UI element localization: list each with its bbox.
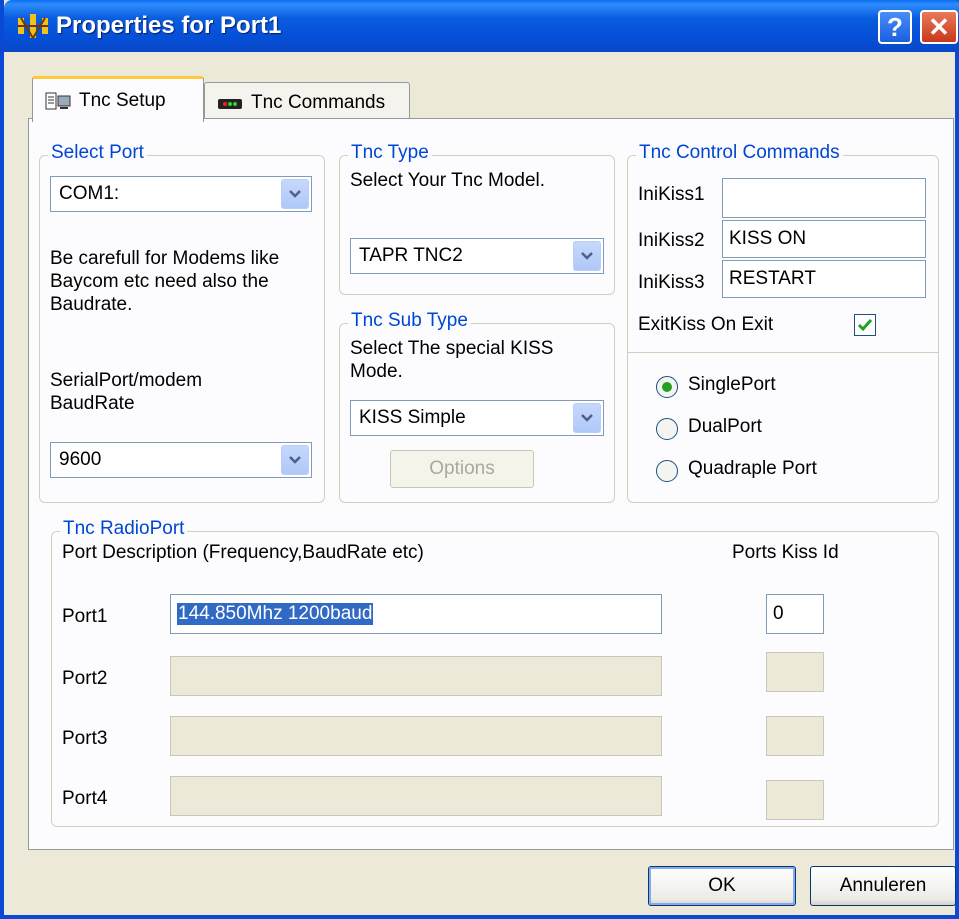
port3-kiss-id-input[interactable] <box>766 716 824 756</box>
kiss-mode-value: KISS Simple <box>359 407 466 428</box>
options-button[interactable]: Options <box>390 450 534 488</box>
tnc-sub-type-legend: Tnc Sub Type <box>348 310 471 332</box>
chevron-down-icon[interactable] <box>281 445 309 475</box>
checkmark-icon <box>857 319 873 332</box>
setup-icon <box>45 92 71 109</box>
com-port-select[interactable]: COM1: <box>50 176 312 212</box>
inikiss3-label: IniKiss3 <box>638 272 705 293</box>
tab-tnc-commands[interactable]: Tnc Commands <box>204 82 410 122</box>
kiss-mode-select[interactable]: KISS Simple <box>350 400 604 436</box>
tnc-control-legend: Tnc Control Commands <box>636 142 843 164</box>
tnc-type-hint: Select Your Tnc Model. <box>350 170 546 191</box>
quadraple-port-radio[interactable] <box>656 460 678 482</box>
tnc-type-group: Tnc Type Select Your Tnc Model. TAPR TNC… <box>339 142 615 295</box>
port4-description-input[interactable] <box>170 776 662 816</box>
inikiss2-label: IniKiss2 <box>638 230 705 251</box>
port4-kiss-id-input[interactable] <box>766 780 824 820</box>
chevron-down-icon[interactable] <box>573 241 601 271</box>
baudrate-value: 9600 <box>59 449 102 470</box>
port1-description-value: 144.850Mhz 1200baud <box>177 603 374 625</box>
inikiss1-input[interactable] <box>722 178 926 218</box>
select-port-legend: Select Port <box>48 142 147 164</box>
close-icon: ✕ <box>928 11 950 42</box>
help-button[interactable]: ? <box>878 10 912 44</box>
singleport-radio[interactable] <box>656 376 678 398</box>
port4-label: Port4 <box>62 788 108 809</box>
properties-dialog: Properties for Port1 ? ✕ Tnc Setup Tnc C… <box>0 0 959 919</box>
inikiss3-input[interactable]: RESTART <box>722 260 926 298</box>
select-port-group: Select Port COM1: Be carefull for Modems… <box>39 142 325 503</box>
radio-port-group: Tnc RadioPort Port Description (Frequenc… <box>51 518 939 827</box>
radio-selected-dot <box>662 382 672 392</box>
port1-kiss-id-input[interactable]: 0 <box>766 594 824 634</box>
com-port-value: COM1: <box>59 183 120 204</box>
baud-label: SerialPort/modem BaudRate <box>50 370 203 414</box>
port2-description-input[interactable] <box>170 656 662 696</box>
dualport-radio[interactable] <box>656 418 678 440</box>
port2-label: Port2 <box>62 668 108 689</box>
control-divider <box>628 352 938 356</box>
kiss-id-header: Ports Kiss Id <box>732 542 839 563</box>
app-icon <box>18 14 48 39</box>
cancel-button[interactable]: Annuleren <box>810 866 956 906</box>
inikiss2-input[interactable]: KISS ON <box>722 220 926 258</box>
tnc-model-select[interactable]: TAPR TNC2 <box>350 238 604 274</box>
inikiss3-value: RESTART <box>729 268 816 289</box>
tab-label: Tnc Setup <box>79 89 166 111</box>
tab-panel: Select Port COM1: Be carefull for Modems… <box>28 118 954 850</box>
baudrate-select[interactable]: 9600 <box>50 442 312 478</box>
tnc-control-group: Tnc Control Commands IniKiss1 IniKiss2 K… <box>627 142 939 503</box>
exitkiss-label: ExitKiss On Exit <box>638 314 774 335</box>
tab-tnc-setup[interactable]: Tnc Setup <box>32 76 204 122</box>
title-bar[interactable]: Properties for Port1 ? ✕ <box>4 0 959 52</box>
port1-label: Port1 <box>62 606 108 627</box>
tab-label: Tnc Commands <box>251 91 386 113</box>
port1-description-input[interactable]: 144.850Mhz 1200baud <box>170 594 662 634</box>
singleport-label[interactable]: SinglePort <box>688 374 776 397</box>
port3-description-input[interactable] <box>170 716 662 756</box>
port1-kiss-id-value: 0 <box>773 603 784 624</box>
dualport-label[interactable]: DualPort <box>688 416 762 439</box>
tnc-type-legend: Tnc Type <box>348 142 432 164</box>
close-button[interactable]: ✕ <box>920 10 958 44</box>
inikiss1-label: IniKiss1 <box>638 184 705 205</box>
window-title: Properties for Port1 <box>56 12 282 39</box>
quadraple-port-label[interactable]: Quadraple Port <box>688 458 817 481</box>
port2-kiss-id-input[interactable] <box>766 652 824 692</box>
chevron-down-icon[interactable] <box>573 403 601 433</box>
exitkiss-checkbox[interactable] <box>854 314 876 336</box>
tnc-sub-type-group: Tnc Sub Type Select The special KISS Mod… <box>339 310 615 503</box>
radio-port-legend: Tnc RadioPort <box>60 518 188 540</box>
ok-button[interactable]: OK <box>648 866 796 906</box>
modem-note: Be carefull for Modems like Baycom etc n… <box>50 248 280 315</box>
port3-label: Port3 <box>62 728 108 749</box>
chevron-down-icon[interactable] <box>281 179 309 209</box>
inikiss2-value: KISS ON <box>729 228 807 249</box>
tnc-sub-type-hint: Select The special KISS Mode. <box>350 338 554 382</box>
tnc-model-value: TAPR TNC2 <box>359 245 463 266</box>
modem-icon <box>218 98 242 109</box>
port-description-header: Port Description (Frequency,BaudRate etc… <box>62 542 424 563</box>
